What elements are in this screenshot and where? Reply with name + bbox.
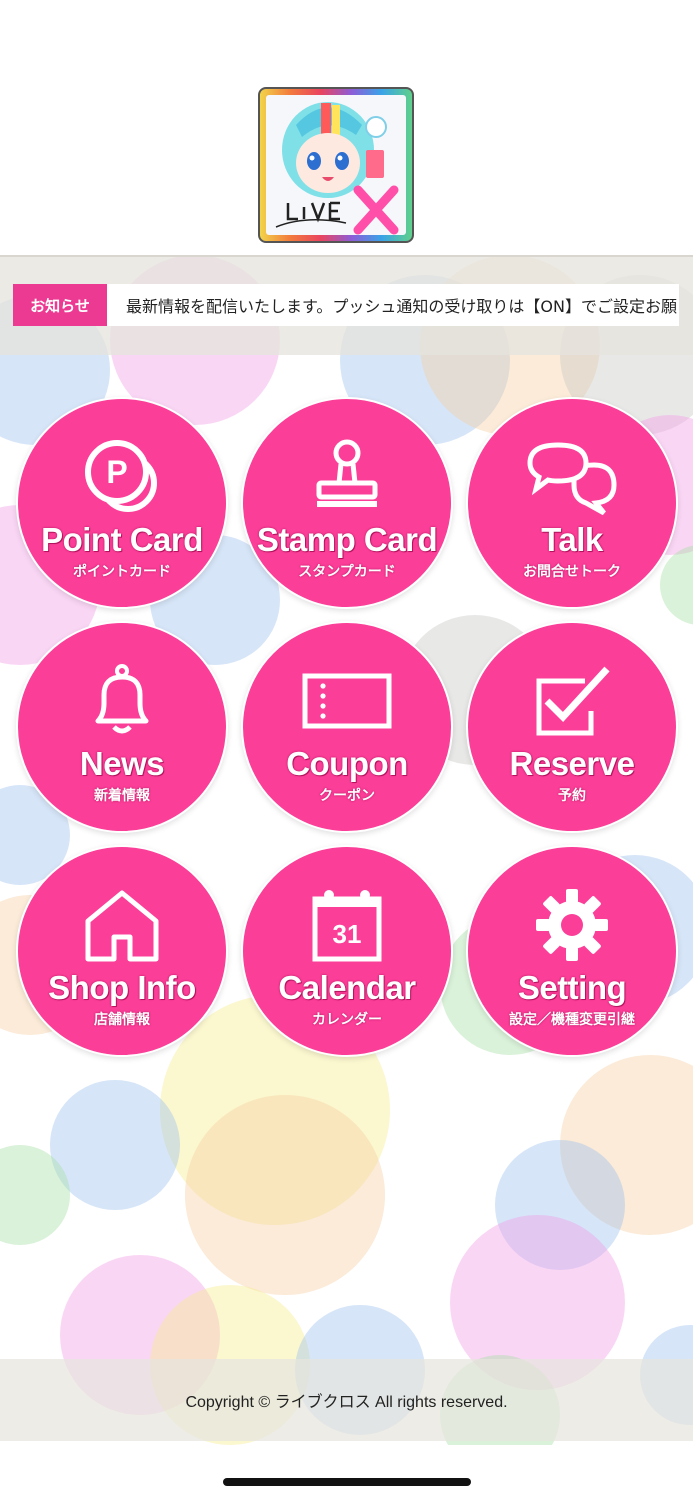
notice-ticker[interactable]: お知らせ 最新情報を配信いたします。プッシュ通知の受け取りは【ON】でご設定お願… xyxy=(13,284,679,326)
logo-illustration xyxy=(266,95,406,235)
notice-label: お知らせ xyxy=(13,284,107,326)
footer: Copyright © ライブクロス All rights reserved. xyxy=(0,1359,693,1441)
menu-setting[interactable]: Setting 設定／機種変更引継 xyxy=(466,845,678,1057)
home-indicator[interactable] xyxy=(223,1478,471,1486)
menu-title: Point Card xyxy=(41,523,203,557)
app-header xyxy=(0,0,693,257)
menu-stamp-card[interactable]: Stamp Card スタンプカード xyxy=(241,397,453,609)
menu-point-card[interactable]: P Point Card ポイントカード xyxy=(16,397,228,609)
coupon-icon xyxy=(299,666,395,736)
point-card-icon: P xyxy=(84,439,160,515)
menu-subtitle: 設定／機種変更引継 xyxy=(509,1009,635,1029)
menu-title: Coupon xyxy=(286,747,408,781)
menu-reserve[interactable]: Reserve 予約 xyxy=(466,621,678,833)
menu-title: Reserve xyxy=(510,747,635,781)
menu-subtitle: スタンプカード xyxy=(298,561,396,581)
menu-title: Calendar xyxy=(278,971,415,1005)
menu-subtitle: 店舗情報 xyxy=(94,1009,150,1029)
house-icon xyxy=(82,887,162,963)
menu-title: News xyxy=(80,747,164,781)
menu-title: Setting xyxy=(518,971,626,1005)
menu-title: Talk xyxy=(541,523,603,557)
menu-title: Shop Info xyxy=(48,971,196,1005)
menu-subtitle: ポイントカード xyxy=(73,561,171,581)
menu-shop-info[interactable]: Shop Info 店舗情報 xyxy=(16,845,228,1057)
calendar-icon: 31 xyxy=(307,887,387,963)
menu-news[interactable]: News 新着情報 xyxy=(16,621,228,833)
menu-calendar[interactable]: 31 Calendar カレンダー xyxy=(241,845,453,1057)
menu-title: Stamp Card xyxy=(257,523,437,557)
menu-subtitle: カレンダー xyxy=(312,1009,382,1029)
calendar-day: 31 xyxy=(333,919,362,949)
menu-talk[interactable]: Talk お問合せトーク xyxy=(466,397,678,609)
menu-subtitle: お問合せトーク xyxy=(523,561,621,581)
chat-bubbles-icon xyxy=(524,439,620,515)
menu-coupon[interactable]: Coupon クーポン xyxy=(241,621,453,833)
stamp-icon xyxy=(309,439,385,515)
menu-subtitle: クーポン xyxy=(319,785,375,805)
bell-icon xyxy=(84,663,160,739)
app-logo xyxy=(258,87,414,243)
menu-subtitle: 予約 xyxy=(558,785,586,805)
menu-subtitle: 新着情報 xyxy=(94,785,150,805)
copyright-text: Copyright © ライブクロス All rights reserved. xyxy=(185,1388,507,1412)
notice-text: 最新情報を配信いたします。プッシュ通知の受け取りは【ON】でご設定お願いします。 xyxy=(107,293,679,317)
svg-text:P: P xyxy=(106,454,127,490)
checkbox-icon xyxy=(529,663,615,739)
gear-icon xyxy=(534,887,610,963)
